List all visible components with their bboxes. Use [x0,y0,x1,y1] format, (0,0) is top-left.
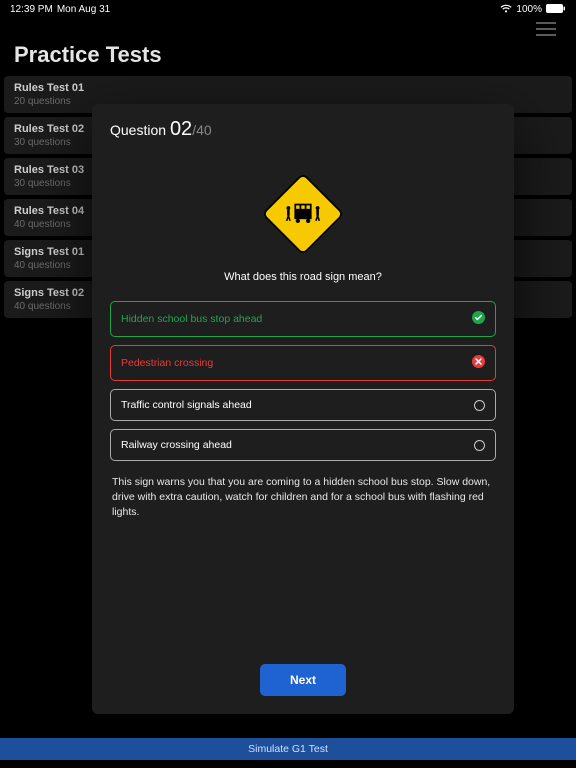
explanation-text: This sign warns you that you are coming … [110,475,496,521]
test-row-title: Rules Test 01 [14,82,562,94]
answer-text: Railway crossing ahead [121,439,232,451]
answer-list: Hidden school bus stop ahead Pedestrian … [110,301,496,461]
answer-text: Pedestrian crossing [121,357,213,369]
question-total: /40 [192,122,211,138]
status-bar: 12:39 PM Mon Aug 31 100% [0,0,576,16]
question-current: 02 [170,118,192,140]
answer-option[interactable]: Hidden school bus stop ahead [110,301,496,337]
answer-text: Traffic control signals ahead [121,399,252,411]
question-text: What does this road sign mean? [110,271,496,283]
simulate-test-label: Simulate G1 Test [248,743,328,755]
wifi-icon [500,4,512,15]
battery-icon [546,4,566,15]
x-circle-icon [472,355,485,371]
answer-option[interactable]: Pedestrian crossing [110,345,496,381]
page-title: Practice Tests [0,16,576,76]
answer-text: Hidden school bus stop ahead [121,313,262,325]
battery-pct: 100% [516,4,542,15]
answer-option[interactable]: Railway crossing ahead [110,429,496,461]
road-sign-image [110,171,496,257]
radio-unselected-icon [474,440,485,451]
hamburger-menu-icon[interactable] [536,22,556,36]
question-modal: Question 02/40 What does this r [92,104,514,714]
next-button[interactable]: Next [260,664,346,696]
radio-unselected-icon [474,400,485,411]
question-label: Question [110,122,166,138]
simulate-test-button[interactable]: Simulate G1 Test [0,738,576,760]
status-time: 12:39 PM [10,4,53,15]
check-circle-icon [472,311,485,327]
status-date: Mon Aug 31 [57,4,110,15]
answer-option[interactable]: Traffic control signals ahead [110,389,496,421]
question-header: Question 02/40 [110,118,496,141]
